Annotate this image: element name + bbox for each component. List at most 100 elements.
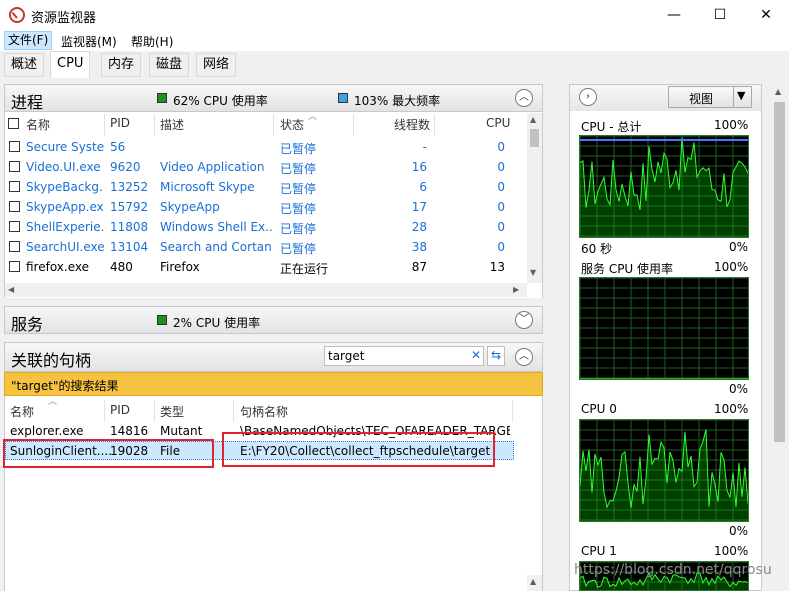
process-status-cell: 正在运行: [280, 262, 329, 276]
row-checkbox[interactable]: [9, 181, 20, 192]
max-freq-swatch: [338, 93, 348, 103]
table-row[interactable]: SearchUI.exe 13104 Search and Cortan... 已暂停…: [5, 237, 525, 257]
col-description[interactable]: 描述: [160, 116, 184, 133]
red-highlight-box: [3, 439, 214, 468]
col-divider: [154, 400, 155, 422]
table-row[interactable]: Video.UI.exe 9620 Video Application 已暂停 16 0: [5, 157, 525, 177]
dropdown-arrow-icon[interactable]: ▼: [737, 89, 745, 102]
scroll-up-icon[interactable]: ▲: [775, 87, 781, 96]
col-divider: [353, 114, 354, 136]
process-pid-cell: 56: [110, 140, 126, 154]
cpu0-graph: [579, 419, 749, 522]
search-results-label: "target"的搜索结果: [11, 379, 119, 393]
view-divider: [733, 87, 734, 107]
maximize-button[interactable]: ☐: [697, 0, 743, 30]
handle-pid-cell: 14816: [110, 424, 149, 438]
process-threads-cell: 16: [411, 160, 427, 174]
scroll-thumb[interactable]: [774, 102, 785, 442]
row-checkbox[interactable]: [9, 161, 20, 172]
table-row[interactable]: ShellExperie... 11808 Windows Shell Ex... 已…: [5, 217, 525, 237]
process-status-cell: 已暂停: [280, 162, 317, 176]
handles-search-input[interactable]: target ✕: [324, 346, 484, 366]
menu-file[interactable]: 文件(F): [4, 31, 53, 50]
col-cpu[interactable]: CPU: [486, 116, 510, 130]
scroll-thumb[interactable]: [530, 129, 539, 147]
graph-title: CPU 1: [581, 544, 617, 558]
handle-type-cell: Mutant: [160, 424, 203, 438]
handles-title: 关联的句柄: [11, 351, 92, 370]
process-desc-cell: Search and Cortan...: [160, 240, 272, 254]
handle-name-cell: explorer.exe: [10, 424, 84, 438]
service-cpu-graph: [579, 277, 749, 380]
scroll-up-icon[interactable]: ▲: [530, 115, 536, 124]
tab-network[interactable]: 网络: [196, 53, 237, 77]
process-pid-cell: 15792: [110, 200, 149, 214]
graph-time-window: 60 秒: [581, 242, 613, 256]
scroll-up-icon[interactable]: ▲: [530, 577, 536, 586]
row-checkbox[interactable]: [9, 141, 20, 152]
process-pid-cell: 11808: [110, 220, 149, 234]
tab-disk[interactable]: 磁盘: [149, 53, 190, 77]
graphs-scrollbar[interactable]: ▲: [770, 84, 789, 591]
services-header[interactable]: 服务 2% CPU 使用率 ﹀: [4, 306, 543, 334]
col-pid[interactable]: PID: [110, 116, 130, 130]
process-hscrollbar[interactable]: ◀ ▶: [5, 283, 527, 297]
refresh-search-icon[interactable]: ⇆: [487, 346, 505, 366]
menu-help[interactable]: 帮助(H): [131, 33, 173, 50]
collapse-handles-icon[interactable]: ︿: [515, 348, 533, 366]
table-row[interactable]: SkypeApp.exe 15792 SkypeApp 已暂停 17 0: [5, 197, 525, 217]
view-button[interactable]: 视图 ▼: [668, 86, 752, 108]
process-name-cell: SkypeApp.exe: [26, 200, 104, 214]
graph-max: 100%: [714, 260, 749, 274]
clear-search-icon[interactable]: ✕: [471, 348, 481, 362]
process-name-cell: Video.UI.exe: [26, 160, 101, 174]
handles-col-name[interactable]: 名称: [10, 403, 34, 420]
process-pid-cell: 13104: [110, 240, 149, 254]
sort-up-icon: ︿: [308, 112, 318, 122]
collapse-processes-icon[interactable]: ︿: [515, 89, 533, 107]
close-button[interactable]: ✕: [743, 0, 789, 30]
handles-col-handle-name[interactable]: 句柄名称: [240, 403, 288, 420]
handles-col-type[interactable]: 类型: [160, 403, 184, 420]
process-pid-cell: 480: [110, 260, 133, 274]
process-desc-cell: SkypeApp: [160, 200, 220, 214]
process-name-cell: SearchUI.exe: [26, 240, 104, 254]
graph-max: 100%: [714, 118, 749, 132]
menu-monitor[interactable]: 监视器(M): [61, 33, 117, 50]
tab-overview[interactable]: 概述: [4, 53, 45, 77]
scroll-left-icon[interactable]: ◀: [8, 285, 14, 294]
expand-services-icon[interactable]: ﹀: [515, 311, 533, 329]
minimize-button[interactable]: —: [651, 0, 697, 30]
process-status-cell: 已暂停: [280, 242, 317, 256]
process-threads-cell: 87: [411, 260, 427, 274]
row-checkbox[interactable]: [9, 261, 20, 272]
processes-header[interactable]: 进程 62% CPU 使用率 103% 最大频率 ︿: [4, 84, 543, 112]
table-row[interactable]: firefox.exe 480 Firefox 正在运行 87 13: [5, 257, 525, 277]
process-cpu-cell: 0: [497, 220, 505, 234]
row-checkbox[interactable]: [9, 241, 20, 252]
resource-monitor-icon: [9, 7, 25, 23]
handles-col-pid[interactable]: PID: [110, 403, 130, 417]
scroll-down-icon[interactable]: ▼: [530, 268, 536, 277]
col-divider: [512, 400, 513, 422]
tab-cpu[interactable]: CPU: [50, 51, 91, 79]
col-status[interactable]: 状态: [280, 116, 304, 133]
col-name[interactable]: 名称: [26, 116, 50, 133]
handles-scrollbar[interactable]: ▲: [527, 575, 542, 591]
row-checkbox[interactable]: [9, 221, 20, 232]
process-desc-cell: Windows Shell Ex...: [160, 220, 272, 234]
process-cpu-cell: 0: [497, 160, 505, 174]
tab-memory[interactable]: 内存: [101, 53, 142, 77]
expand-pane-icon[interactable]: ›: [579, 88, 597, 106]
col-threads[interactable]: 线程数: [394, 116, 430, 133]
window-title: 资源监视器: [31, 11, 97, 26]
scroll-right-icon[interactable]: ▶: [513, 285, 519, 294]
table-row[interactable]: Secure Syste... 56 已暂停 - 0: [5, 137, 525, 157]
processes-max-freq: 103% 最大频率: [354, 94, 441, 108]
process-scrollbar[interactable]: ▲ ▼: [527, 113, 542, 283]
processes-cpu-usage: 62% CPU 使用率: [173, 94, 268, 108]
table-row[interactable]: SkypeBackg... 13252 Microsoft Skype 已暂停 6 0: [5, 177, 525, 197]
select-all-checkbox[interactable]: [8, 118, 19, 129]
process-cpu-cell: 13: [489, 260, 505, 274]
row-checkbox[interactable]: [9, 201, 20, 212]
